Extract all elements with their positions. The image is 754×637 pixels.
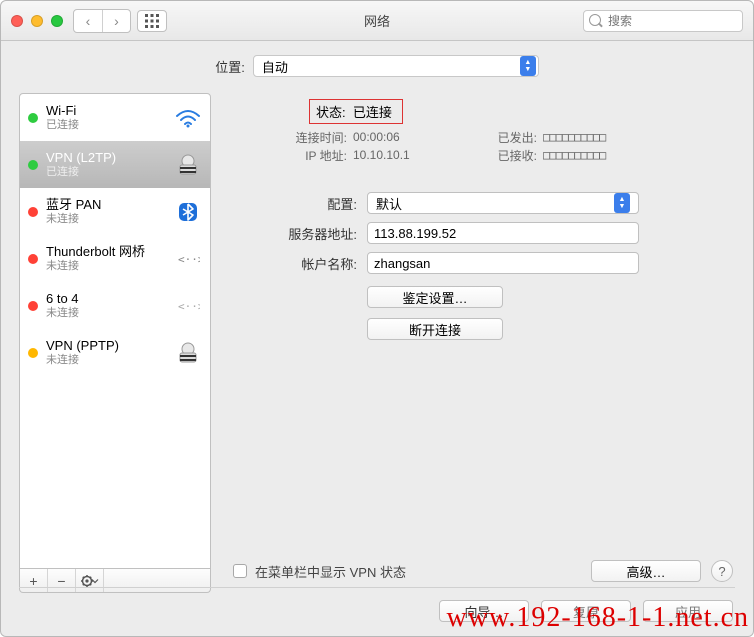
apply-button[interactable]: 应用 <box>643 600 733 622</box>
connect-time-value: 00:00:06 <box>353 130 453 144</box>
location-select[interactable]: 自动 ▲▼ <box>253 55 539 77</box>
recv-label: 已接收: <box>453 147 543 164</box>
forward-button[interactable]: › <box>102 10 130 32</box>
add-connection-button[interactable]: + <box>20 569 48 592</box>
sidebar-toolbar: + − <box>19 569 211 593</box>
connection-text: 蓝牙 PAN未连接 <box>46 198 166 224</box>
show-in-menubar-label: 在菜单栏中显示 VPN 状态 <box>255 562 406 581</box>
sixtofour-icon: <··> <box>174 294 202 318</box>
status-dot <box>28 113 38 123</box>
lock-icon <box>174 341 202 365</box>
connection-name: VPN (L2TP) <box>46 151 166 165</box>
search-wrap <box>583 10 743 32</box>
ip-label: IP 地址: <box>225 147 353 164</box>
connection-item[interactable]: VPN (PPTP)未连接 <box>20 329 210 376</box>
location-value: 自动 <box>262 57 288 76</box>
location-label: 位置: <box>215 57 245 76</box>
connection-text: VPN (L2TP)已连接 <box>46 151 166 177</box>
lock-icon <box>174 153 202 177</box>
checkbox-icon <box>233 564 247 578</box>
connection-name: 蓝牙 PAN <box>46 198 166 212</box>
status-dot <box>28 207 38 217</box>
connection-item[interactable]: 6 to 4未连接 <··> <box>20 282 210 329</box>
window-title: 网络 <box>364 11 390 30</box>
config-select[interactable]: 默认 ▲▼ <box>367 192 639 214</box>
select-stepper-icon: ▲▼ <box>520 56 536 76</box>
status-dot <box>28 160 38 170</box>
status-label: 状态: <box>316 105 346 120</box>
auth-settings-button[interactable]: 鉴定设置… <box>367 286 503 308</box>
svg-text:<··>: <··> <box>178 253 200 266</box>
grid-icon <box>145 14 159 28</box>
connection-text: 6 to 4未连接 <box>46 292 166 318</box>
recv-value: □□□□□□□□□□ <box>543 148 605 162</box>
connection-status: 已连接 <box>46 119 166 131</box>
connection-list[interactable]: Wi-Fi已连接VPN (L2TP)已连接蓝牙 PAN未连接Thunderbol… <box>19 93 211 569</box>
close-button[interactable] <box>11 15 23 27</box>
svg-text:<··>: <··> <box>178 300 200 313</box>
config-value: 默认 <box>376 194 402 213</box>
connection-item[interactable]: VPN (L2TP)已连接 <box>20 141 210 188</box>
connection-text: Wi-Fi已连接 <box>46 104 166 130</box>
connection-name: 6 to 4 <box>46 292 166 306</box>
status-value: 已连接 <box>353 105 392 120</box>
connection-text: Thunderbolt 网桥未连接 <box>46 245 166 271</box>
search-input[interactable] <box>583 10 743 32</box>
connect-time-label: 连接时间: <box>225 129 353 146</box>
disconnect-button[interactable]: 断开连接 <box>367 318 503 340</box>
separator <box>19 587 735 588</box>
nav-buttons: ‹ › <box>73 9 131 33</box>
titlebar: ‹ › 网络 <box>1 1 753 41</box>
window-controls <box>11 15 63 27</box>
select-stepper-icon: ▲▼ <box>614 193 630 213</box>
status-dot <box>28 301 38 311</box>
connection-name: Thunderbolt 网桥 <box>46 245 166 259</box>
server-address-input[interactable] <box>367 222 639 244</box>
assist-button[interactable]: 向导… <box>439 600 529 622</box>
config-label: 配置: <box>225 194 367 213</box>
sent-label: 已发出: <box>453 129 543 146</box>
connection-item[interactable]: Wi-Fi已连接 <box>20 94 210 141</box>
connection-name: Wi-Fi <box>46 104 166 118</box>
wifi-icon <box>174 106 202 130</box>
ip-value: 10.10.10.1 <box>353 148 453 162</box>
back-button[interactable]: ‹ <box>74 10 102 32</box>
sidebar: Wi-Fi已连接VPN (L2TP)已连接蓝牙 PAN未连接Thunderbol… <box>19 93 211 593</box>
remove-connection-button[interactable]: − <box>48 569 76 592</box>
advanced-button[interactable]: 高级… <box>591 560 701 582</box>
revert-button[interactable]: 复原 <box>541 600 631 622</box>
status-box: 状态: 已连接 <box>309 99 403 124</box>
connection-status: 未连接 <box>46 260 166 272</box>
detail-pane: 状态: 已连接 连接时间: 00:00:06 已发出: □□□□□□□□□□ I… <box>225 93 735 593</box>
connection-name: VPN (PPTP) <box>46 339 166 353</box>
gear-icon <box>81 575 99 587</box>
zoom-button[interactable] <box>51 15 63 27</box>
help-button[interactable]: ? <box>711 560 733 582</box>
account-name-input[interactable] <box>367 252 639 274</box>
bluetooth-icon <box>174 200 202 224</box>
thunderbolt-icon: <··> <box>174 247 202 271</box>
connection-status: 已连接 <box>46 166 166 178</box>
sent-value: □□□□□□□□□□ <box>543 130 605 144</box>
connection-actions-button[interactable] <box>76 569 104 592</box>
account-label: 帐户名称: <box>225 254 367 273</box>
connection-status: 未连接 <box>46 354 166 366</box>
minimize-button[interactable] <box>31 15 43 27</box>
show-all-button[interactable] <box>137 10 167 32</box>
connection-item[interactable]: Thunderbolt 网桥未连接 <··> <box>20 235 210 282</box>
status-dot <box>28 254 38 264</box>
location-row: 位置: 自动 ▲▼ <box>1 41 753 93</box>
show-in-menubar-checkbox[interactable]: 在菜单栏中显示 VPN 状态 <box>233 562 406 581</box>
server-label: 服务器地址: <box>225 224 367 243</box>
connection-status: 未连接 <box>46 307 166 319</box>
connection-status: 未连接 <box>46 213 166 225</box>
status-dot <box>28 348 38 358</box>
connection-text: VPN (PPTP)未连接 <box>46 339 166 365</box>
connection-item[interactable]: 蓝牙 PAN未连接 <box>20 188 210 235</box>
